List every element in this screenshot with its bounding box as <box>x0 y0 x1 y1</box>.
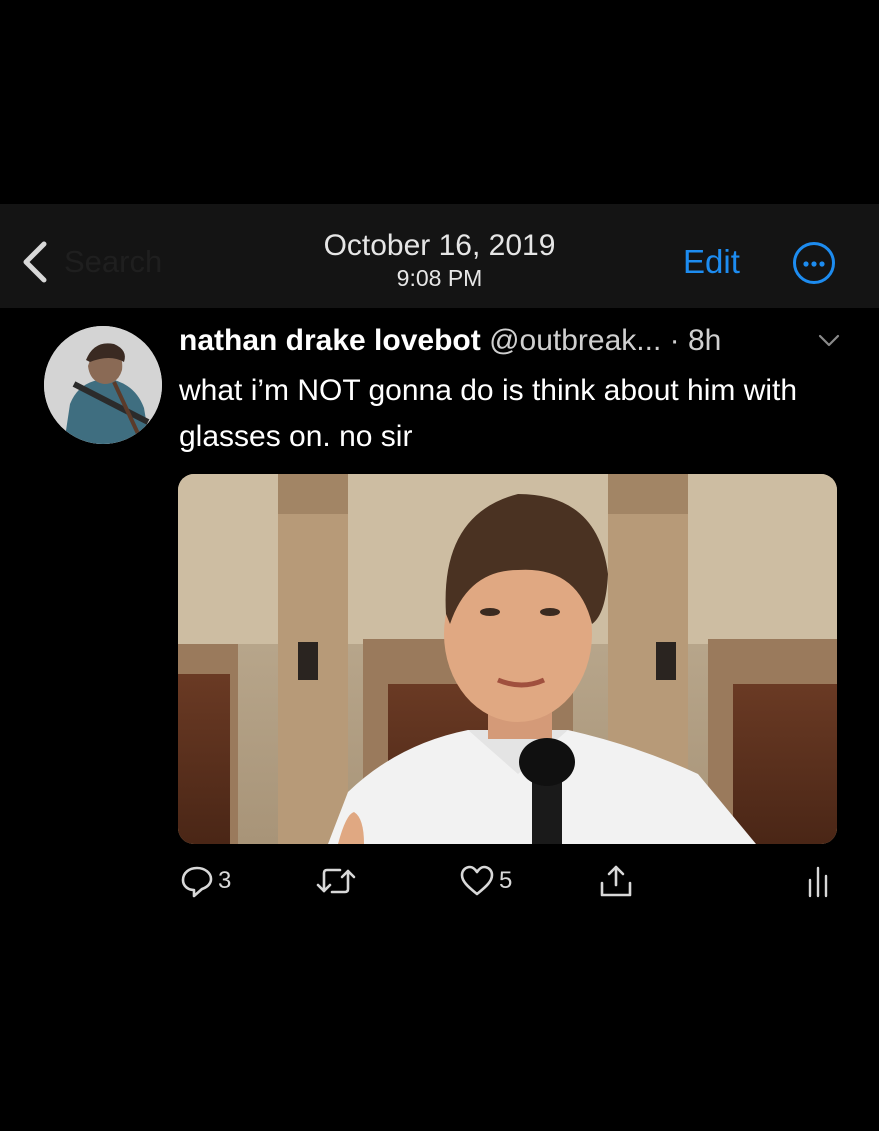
reply-count: 3 <box>218 867 232 894</box>
like-button[interactable]: 5 <box>459 863 512 899</box>
tweet-text: what i’m NOT gonna do is think about him… <box>179 374 798 453</box>
share-icon <box>600 865 632 897</box>
edit-button[interactable]: Edit <box>683 243 740 281</box>
tweet-header: nathan drake lovebot @outbreak... · 8h <box>179 324 721 358</box>
tweet-age: · 8h <box>669 324 722 357</box>
avatar-image <box>44 326 162 444</box>
retweet-button[interactable] <box>316 863 356 899</box>
avatar[interactable] <box>44 326 162 444</box>
media-illustration <box>178 474 837 844</box>
retweet-icon <box>316 868 356 894</box>
header-date: October 16, 2019 <box>323 229 556 262</box>
share-button[interactable] <box>598 863 634 899</box>
user-handle[interactable]: @outbreak... <box>489 324 661 357</box>
tweet-media-image[interactable] <box>178 474 837 844</box>
reply-icon <box>181 866 213 898</box>
more-circle-icon[interactable] <box>792 241 836 285</box>
analytics-button[interactable] <box>806 863 830 899</box>
analytics-icon <box>808 866 828 898</box>
heart-icon <box>460 865 494 896</box>
like-count: 5 <box>499 867 513 894</box>
chevron-down-icon[interactable] <box>818 334 840 348</box>
reply-button[interactable]: 3 <box>180 863 231 899</box>
display-name[interactable]: nathan drake lovebot <box>179 324 481 357</box>
header-time: 9:08 PM <box>396 265 483 291</box>
